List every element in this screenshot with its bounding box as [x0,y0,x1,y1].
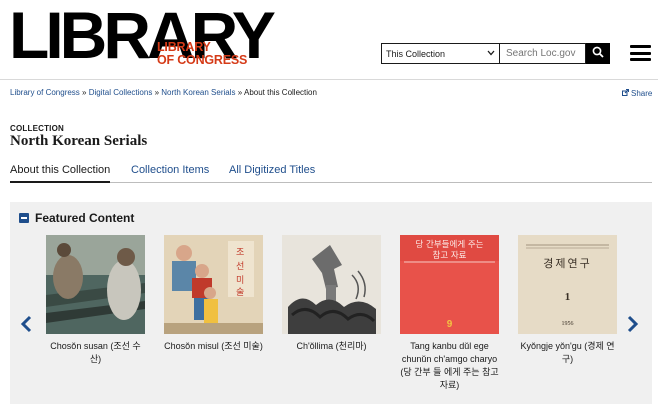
breadcrumb: Library of Congress » Digital Collection… [10,88,317,97]
menu-bar-3 [630,58,651,61]
featured-content-panel: Featured Content Chosŏn susan (조선 수산) 조 … [10,202,652,404]
chevron-down-icon [487,49,495,58]
tab-about[interactable]: About this Collection [10,164,111,183]
breadcrumb-separator: » [237,88,243,97]
search-scope-value: This Collection [386,48,446,59]
breadcrumb-current: About this Collection [243,88,317,97]
featured-title: Featured Content [35,211,135,225]
carousel-prev-button[interactable] [19,315,33,333]
search-button[interactable] [586,43,610,64]
share-button[interactable]: Share [622,89,652,98]
svg-text:선: 선 [236,261,244,272]
svg-text:술: 술 [236,287,244,298]
page-title: North Korean Serials [10,133,148,149]
search-input[interactable] [500,43,586,64]
menu-bar-1 [630,45,651,48]
thumbnail-cover-number: 9 [446,319,453,330]
thumbnail-cover-title: 경제연구 [543,257,592,270]
collection-tabs: About this Collection Collection Items A… [10,163,652,183]
thumbnail-image[interactable] [282,235,381,334]
item-caption[interactable]: Chosŏn misul (조선 미술) [164,340,263,353]
wordmark-line2: OF CONGRESS [157,52,248,67]
featured-item[interactable]: Chosŏn susan (조선 수산) [46,235,145,366]
search-scope-select[interactable]: This Collection [381,43,500,64]
loc-wordmark[interactable]: LIBRARY OF CONGRESS [157,41,247,66]
wordmark-line1: LIBRARY [157,40,211,54]
chevron-left-icon [19,315,33,337]
collapse-icon[interactable] [19,213,29,223]
featured-item[interactable]: 경제연구 1 1956 Kyŏngje yŏn'gu (경제 연구) [518,235,617,366]
tab-collection-items[interactable]: Collection Items [131,164,209,181]
share-label: Share [631,89,653,98]
search-icon [592,45,604,63]
item-caption[interactable]: Tang kanbu dŭl ege chunŭn ch'amgo charyo… [400,340,499,392]
item-caption[interactable]: Ch'ŏllima (천리마) [282,340,381,353]
collection-kicker: COLLECTION [10,124,64,133]
thumbnail-image[interactable]: 조 선 미 술 [164,235,263,334]
menu-bar-2 [630,51,651,55]
item-caption[interactable]: Kyŏngje yŏn'gu (경제 연구) [518,340,617,366]
site-header: LIBRARY LIBRARY OF CONGRESS This Collect… [0,0,658,80]
featured-item[interactable]: Ch'ŏllima (천리마) [282,235,381,353]
menu-button[interactable] [630,45,651,61]
breadcrumb-separator: » [82,88,87,97]
thumbnail-image[interactable] [46,235,145,334]
tab-all-digitized-titles[interactable]: All Digitized Titles [229,164,315,181]
breadcrumb-separator: » [154,88,160,97]
share-icon [622,89,629,98]
breadcrumb-link-digital-collections[interactable]: Digital Collections [89,88,153,97]
item-caption[interactable]: Chosŏn susan (조선 수산) [46,340,145,366]
thumbnail-cover-number: 1 [564,291,571,303]
featured-item[interactable]: 조 선 미 술 Chosŏn misul (조선 미술) [164,235,263,353]
breadcrumb-link-loc[interactable]: Library of Congress [10,88,80,97]
svg-text:조: 조 [236,248,244,258]
breadcrumb-link-north-korean-serials[interactable]: North Korean Serials [161,88,235,97]
featured-heading[interactable]: Featured Content [19,211,134,225]
thumbnail-cover-text: 참고 자료 [432,251,467,261]
chevron-right-icon [626,315,640,337]
carousel-next-button[interactable] [626,315,640,333]
search-bar: This Collection [381,43,610,64]
thumbnail-cover-year: 1956 [561,321,574,327]
thumbnail-image[interactable]: 경제연구 1 1956 [518,235,617,334]
thumbnail-image[interactable]: 당 간부들에게 주는 참고 자료 9 [400,235,499,334]
featured-item[interactable]: 당 간부들에게 주는 참고 자료 9 Tang kanbu dŭl ege ch… [400,235,499,392]
svg-text:미: 미 [236,275,244,286]
